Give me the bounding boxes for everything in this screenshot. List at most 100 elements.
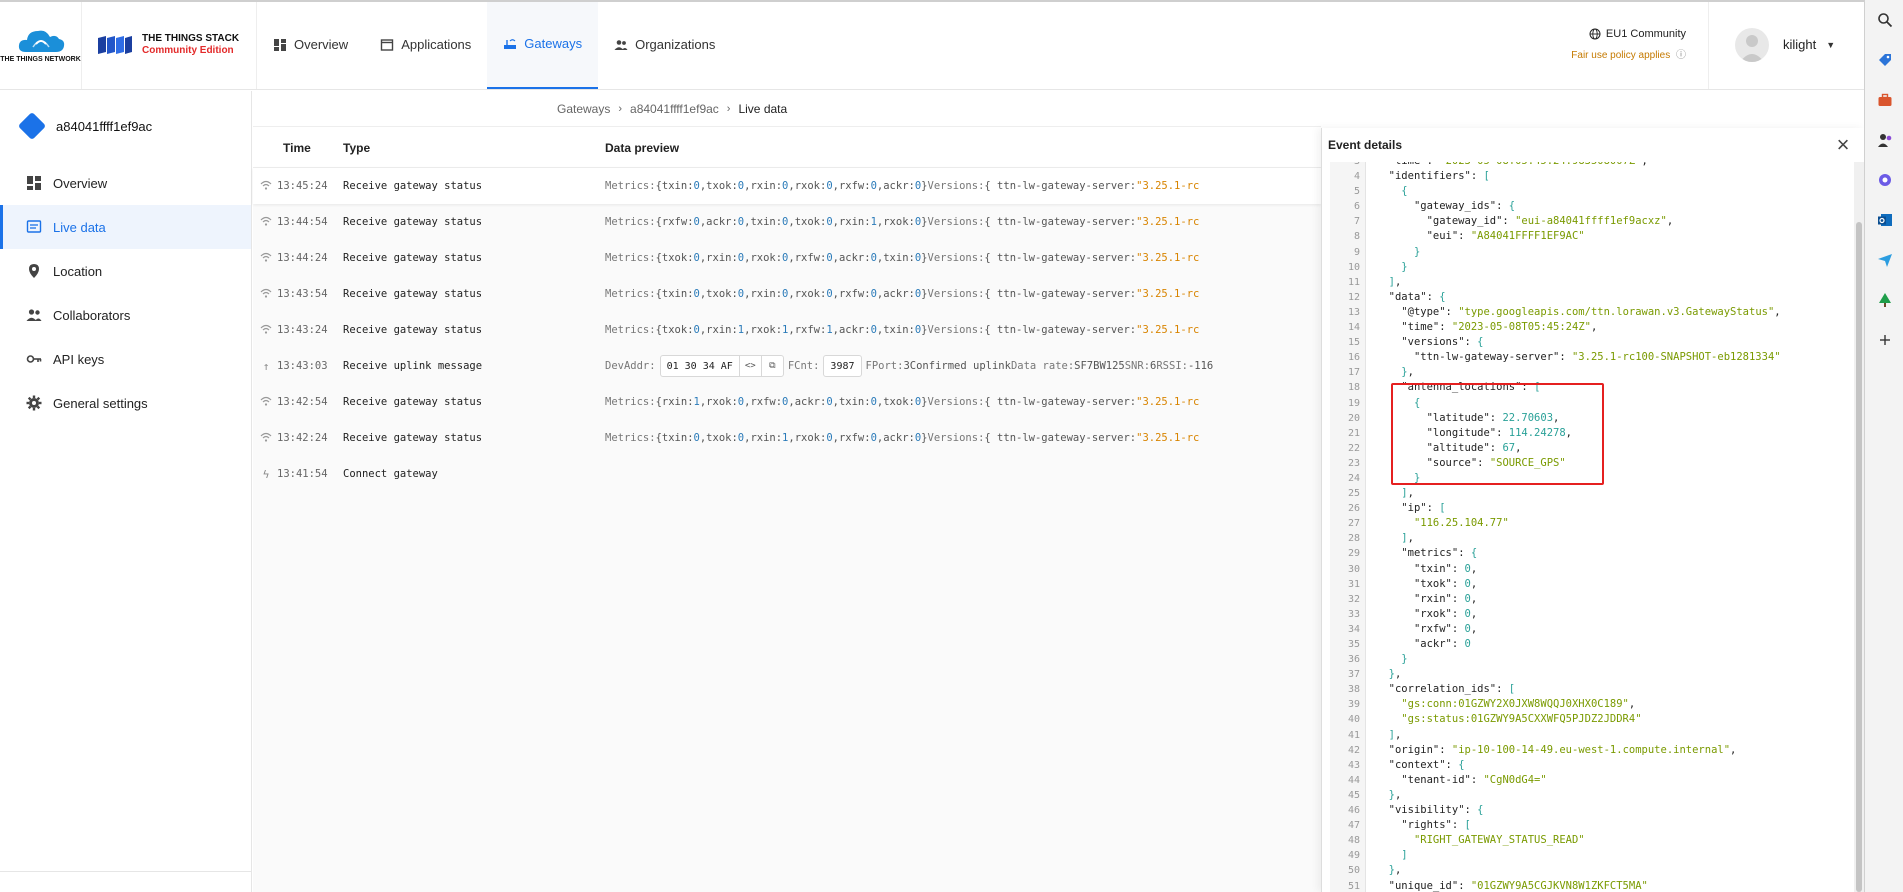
sidebar-item-live-data[interactable]: Live data (0, 205, 251, 249)
scrollbar-thumb[interactable] (1856, 222, 1862, 892)
line-content: ], (1376, 275, 1402, 290)
event-type: Receive gateway status (343, 324, 483, 336)
table-row[interactable]: 13:43:54 Receive gateway status Metrics: {… (253, 276, 1321, 312)
line-number: 10 (1347, 261, 1360, 273)
column-header-time: Time (283, 140, 311, 155)
json-string: "gs:conn:01GZWY2X0JXW8WQQJ0XHX0C189" (1401, 698, 1629, 711)
sidebar-item-location[interactable]: Location (0, 249, 251, 293)
versions-label: Versions: (927, 396, 985, 408)
tag-icon[interactable] (1865, 40, 1903, 80)
table-row[interactable]: 13:45:24 Receive gateway status Metrics: {… (253, 168, 1321, 204)
table-row[interactable]: 13:44:24 Receive gateway status Metrics: {… (253, 240, 1321, 276)
versions-key: { ttn-lw-gateway-server: (984, 432, 1137, 444)
nav-overview[interactable]: Overview (257, 0, 364, 89)
json-string: "gs:status:01GZWY9A5CXXWFQ5PJDZ2JDDR4" (1401, 713, 1642, 726)
line-number: 23 (1347, 457, 1360, 469)
people-icon[interactable] (1865, 120, 1903, 160)
metric-key: rxin: (661, 396, 694, 408)
json-string: "type.googleapis.com/ttn.lorawan.v3.Gate… (1458, 305, 1775, 318)
line-content: "rxok": 0, (1376, 607, 1477, 622)
table-row[interactable]: 13:44:54 Receive gateway status Metrics: {… (253, 204, 1321, 240)
json-text (1376, 472, 1414, 484)
metric-key: rxok: (794, 288, 827, 300)
event-time: 13:44:24 (277, 252, 328, 264)
sidebar-item-collaborators[interactable]: Collaborators (0, 293, 251, 337)
line-number: 35 (1347, 639, 1360, 650)
json-line: 11 ], (1330, 275, 1850, 290)
table-row[interactable]: ϟ 13:41:54 Connect gateway (253, 456, 1321, 492)
json-text: , (1470, 577, 1478, 590)
line-content: }, (1376, 667, 1402, 682)
main-nav: Overview Applications Gateways Organizat… (257, 0, 731, 89)
json-line: 25 ], (1330, 486, 1850, 501)
outlook-icon[interactable] (1865, 200, 1903, 240)
fcnt-chip: 3987 (823, 355, 862, 377)
top-navigation-bar: THE THINGS NETWORK THE THINGS STACK Comm… (0, 0, 1864, 90)
json-text: , (1515, 441, 1522, 454)
add-icon[interactable] (1865, 320, 1903, 360)
copilot-icon[interactable] (1865, 160, 1903, 200)
line-number: 11 (1347, 276, 1360, 288)
json-text: , (1628, 698, 1636, 711)
json-line: 32 "rxin": 0, (1330, 592, 1850, 607)
breadcrumb-current: Live data (738, 101, 788, 116)
event-type: Receive uplink message (343, 360, 483, 372)
json-text (1376, 547, 1401, 559)
metric-key: rxok: (794, 432, 827, 444)
line-content: ], (1376, 531, 1414, 546)
stack-logo[interactable]: THE THINGS STACK Community Edition (82, 0, 257, 89)
copy-icon[interactable]: ⧉ (760, 356, 783, 376)
sidebar-item-overview[interactable]: Overview (0, 161, 251, 205)
line-content: } (1376, 652, 1407, 667)
scrollbar[interactable] (1854, 162, 1864, 892)
pin-icon (29, 264, 39, 278)
wifi-icon (259, 324, 273, 336)
json-line: 12 "data": { (1330, 290, 1850, 305)
line-content: ], (1376, 486, 1414, 501)
json-line: 36 } (1330, 652, 1850, 667)
json-text (1376, 668, 1389, 680)
tree-icon[interactable] (1865, 280, 1903, 320)
username: kilight (1783, 37, 1817, 52)
json-text (1376, 261, 1401, 273)
json-text (1376, 442, 1427, 454)
line-content: ], (1376, 728, 1402, 743)
search-icon[interactable] (1865, 0, 1903, 40)
table-row[interactable]: 13:42:54 Receive gateway status Metrics: {… (253, 384, 1321, 420)
sidebar-item-label: General settings (53, 395, 148, 411)
briefcase-icon[interactable] (1865, 80, 1903, 120)
json-line: 16 "ttn-lw-gateway-server": "3.25.1-rc10… (1330, 350, 1850, 365)
code-toggle-icon[interactable]: <> (738, 356, 761, 376)
json-text (1376, 683, 1389, 695)
line-number: 41 (1347, 729, 1360, 741)
json-key: "origin": (1388, 743, 1446, 756)
user-menu[interactable]: kilight ▼ (1709, 0, 1864, 89)
json-line: 3 "time": "2023-05-08T05:45:24.983508007… (1330, 162, 1850, 169)
json-line: 31 "txok": 0, (1330, 577, 1850, 592)
line-number: 4 (1353, 171, 1360, 183)
table-row[interactable]: ↑ 13:43:03 Receive uplink message DevAddr: 0… (253, 348, 1321, 384)
fair-use-link[interactable]: Fair use policy applies ⓘ (1571, 46, 1686, 61)
sidebar-item-general-settings[interactable]: General settings (0, 381, 251, 425)
line-content: }, (1376, 788, 1402, 803)
table-row[interactable]: 13:43:24 Receive gateway status Metrics: {… (253, 312, 1321, 348)
json-bracket: [ (1534, 381, 1541, 394)
send-icon[interactable] (1865, 240, 1903, 280)
metric-key: ackr: (883, 180, 915, 192)
close-icon[interactable]: × (1832, 132, 1854, 157)
ttn-logo[interactable]: THE THINGS NETWORK (0, 0, 82, 89)
metric-key: rxin: (706, 252, 738, 264)
nav-gateways[interactable]: Gateways (487, 0, 599, 89)
line-number: 45 (1347, 789, 1360, 801)
breadcrumb-gateways[interactable]: Gateways (557, 102, 610, 116)
table-row[interactable]: 13:42:24 Receive gateway status Metrics: {… (253, 420, 1321, 456)
json-text (1376, 789, 1389, 801)
nav-organizations[interactable]: Organizations (598, 0, 731, 89)
sidebar-item-api-keys[interactable]: API keys (0, 337, 251, 381)
breadcrumb-gateway-id[interactable]: a84041ffff1ef9ac (630, 102, 719, 116)
nav-applications[interactable]: Applications (364, 0, 487, 89)
cluster-selector[interactable]: EU1 Community (1589, 28, 1686, 40)
metric-key: rxin: (750, 432, 783, 444)
json-text: , (1394, 275, 1402, 288)
json-text: , (1730, 743, 1737, 756)
